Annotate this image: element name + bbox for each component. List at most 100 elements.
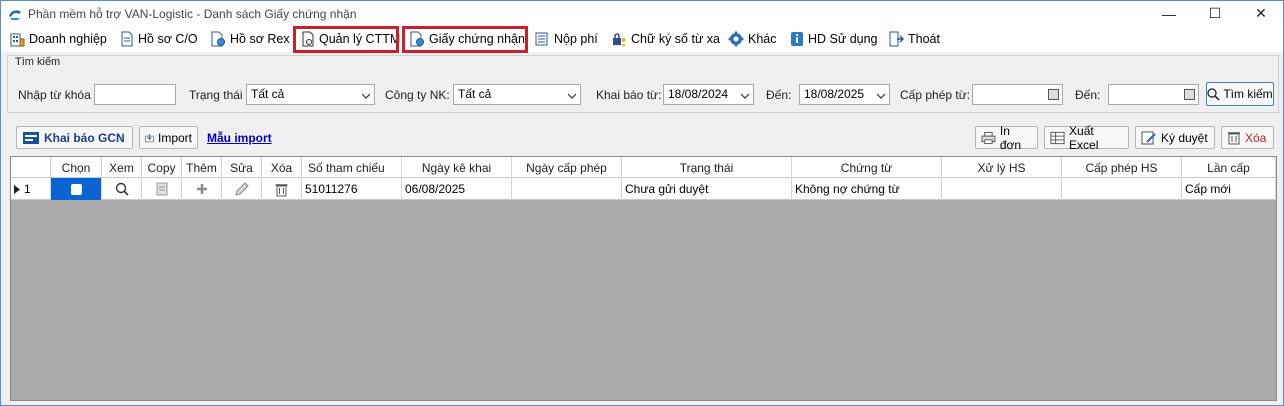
chevron-down-icon xyxy=(741,93,749,99)
column-header-delete[interactable]: Xóa xyxy=(262,157,302,178)
declare-to-date[interactable]: 18/08/2025 xyxy=(799,84,890,105)
edit-cell[interactable] xyxy=(222,178,262,200)
declare-date-cell[interactable]: 06/08/2025 xyxy=(402,178,512,200)
issue-cell[interactable]: Cấp mới xyxy=(1182,178,1276,200)
app-window: Phần mềm hỗ trợ VAN-Logistic - Danh sách… xyxy=(0,0,1284,406)
copy-cell[interactable] xyxy=(142,178,182,200)
declare-from-label: Khai báo từ: xyxy=(596,88,662,102)
search-button[interactable]: Tìm kiếm xyxy=(1206,82,1274,106)
menu-item-thoat[interactable]: Thoát xyxy=(888,28,940,50)
highlight-box-quan-ly-cttm xyxy=(293,26,399,53)
minimize-button[interactable]: — xyxy=(1146,1,1192,26)
keyword-input[interactable] xyxy=(94,84,176,105)
column-header-permit-date[interactable]: Ngày cấp phép xyxy=(512,157,622,178)
menu-item-label: Khác xyxy=(748,32,777,46)
column-header-documents[interactable]: Chứng từ xyxy=(792,157,942,178)
menu-bar: Doanh nghiệp Hồ sơ C/O Hồ sơ Rex Quản lý… xyxy=(1,26,1283,52)
plus-icon[interactable] xyxy=(196,183,208,195)
search-button-label: Tìm kiếm xyxy=(1223,87,1273,101)
column-header-permit[interactable]: Cấp phép HS xyxy=(1062,157,1182,178)
column-header-copy[interactable]: Copy xyxy=(142,157,182,178)
menu-item-chu-ky-so-tu-xa[interactable]: Chữ ký số từ xa xyxy=(611,28,720,50)
company-label: Công ty NK: xyxy=(385,88,450,102)
document-gear-icon xyxy=(211,31,225,47)
permit-to-date[interactable] xyxy=(1108,84,1199,105)
declare-gcn-label: Khai báo GCN xyxy=(44,130,125,145)
menu-item-label: Hồ sơ C/O xyxy=(138,32,198,46)
documents-cell[interactable]: Không nợ chứng từ xyxy=(792,178,942,200)
lock-user-icon xyxy=(613,33,626,46)
permit-cell[interactable] xyxy=(1062,178,1182,200)
column-header-issue[interactable]: Lần cấp xyxy=(1182,157,1276,178)
info-icon xyxy=(791,32,803,46)
column-header-edit[interactable]: Sửa xyxy=(222,157,262,178)
print-label: In đơn xyxy=(999,123,1022,152)
column-header-processing[interactable]: Xử lý HS xyxy=(942,157,1062,178)
delete-cell[interactable] xyxy=(262,178,302,200)
print-button[interactable]: In đơn xyxy=(975,123,1038,152)
company-select[interactable]: Tất cả xyxy=(453,84,581,105)
column-header-reference-number[interactable]: Số tham chiếu xyxy=(302,157,402,178)
menu-item-nop-phi[interactable]: Nộp phí xyxy=(534,28,598,50)
company-select-value: Tất cả xyxy=(458,87,492,101)
menu-item-label: Thoát xyxy=(908,32,940,46)
search-icon xyxy=(1207,87,1220,101)
column-header-status[interactable]: Trạng thái xyxy=(622,157,792,178)
menu-item-doanh-nghiep[interactable]: Doanh nghiệp xyxy=(9,28,107,50)
window-title: Phần mềm hỗ trợ VAN-Logistic - Danh sách… xyxy=(28,6,357,21)
row-pointer-icon xyxy=(14,184,20,194)
trash-icon xyxy=(1228,132,1240,145)
title-bar: Phần mềm hỗ trợ VAN-Logistic - Danh sách… xyxy=(1,1,1283,26)
permit-from-label: Cấp phép từ: xyxy=(900,88,971,102)
excel-icon xyxy=(1050,131,1065,144)
declare-to-value: 18/08/2025 xyxy=(804,87,865,101)
column-header-view[interactable]: Xem xyxy=(102,157,142,178)
import-icon xyxy=(145,133,154,142)
permit-date-cell[interactable] xyxy=(512,178,622,200)
column-header-select[interactable]: Chọn xyxy=(51,157,102,178)
select-cell[interactable] xyxy=(51,178,102,200)
reference-number-cell[interactable]: 51011276 xyxy=(302,178,402,200)
building-icon xyxy=(10,33,25,47)
table-row[interactable]: 1 51011276 06/08/2025 Chưa gửi duyệt Khô… xyxy=(11,178,1276,200)
column-header-add[interactable]: Thêm xyxy=(182,157,222,178)
delete-button[interactable]: Xóa xyxy=(1221,126,1274,149)
chevron-down-icon xyxy=(877,93,885,99)
menu-item-ho-so-rex[interactable]: Hồ sơ Rex xyxy=(210,28,290,50)
export-excel-button[interactable]: Xuất Excel xyxy=(1044,124,1129,152)
menu-item-label: Doanh nghiệp xyxy=(29,32,107,46)
declare-to-label: Đến: xyxy=(766,88,792,102)
search-groupbox xyxy=(7,55,1279,113)
import-button[interactable]: Import xyxy=(139,126,198,149)
row-header-cell[interactable]: 1 xyxy=(11,178,51,200)
declare-from-date[interactable]: 18/08/2024 xyxy=(663,84,754,105)
select-checkbox[interactable] xyxy=(70,183,82,195)
sign-approve-button[interactable]: Ký duyệt xyxy=(1135,126,1215,149)
menu-item-khac[interactable]: Khác xyxy=(728,28,777,50)
pencil-icon[interactable] xyxy=(234,181,250,197)
certificate-grid[interactable]: Chọn Xem Copy Thêm Sửa Xóa Số tham chiếu… xyxy=(10,156,1277,401)
view-cell[interactable] xyxy=(102,178,142,200)
permit-from-date[interactable] xyxy=(972,84,1063,105)
highlight-box-giay-chung-nhan xyxy=(402,26,528,53)
status-select[interactable]: Tất cả xyxy=(246,84,375,105)
maximize-button[interactable]: ☐ xyxy=(1192,1,1238,26)
trash-icon[interactable] xyxy=(275,182,288,197)
template-import-link[interactable]: Mẫu import xyxy=(207,126,272,149)
calendar-icon[interactable] xyxy=(1184,89,1195,100)
chevron-down-icon xyxy=(362,93,370,99)
declare-gcn-button[interactable]: Khai báo GCN xyxy=(16,126,133,149)
import-label: Import xyxy=(157,130,192,145)
close-button[interactable]: ✕ xyxy=(1238,1,1284,26)
processing-cell[interactable] xyxy=(942,178,1062,200)
column-header-declare-date[interactable]: Ngày kê khai xyxy=(402,157,512,178)
copy-icon[interactable] xyxy=(156,182,168,196)
declare-from-value: 18/08/2024 xyxy=(668,87,729,101)
menu-item-hd-su-dung[interactable]: HD Sử dụng xyxy=(790,28,878,50)
magnifier-icon[interactable] xyxy=(115,182,129,196)
menu-item-ho-so-co[interactable]: Hồ sơ C/O xyxy=(120,28,198,50)
calendar-icon[interactable] xyxy=(1048,89,1059,100)
add-cell[interactable] xyxy=(182,178,222,200)
exit-icon xyxy=(889,31,904,47)
status-cell[interactable]: Chưa gửi duyệt xyxy=(622,178,792,200)
